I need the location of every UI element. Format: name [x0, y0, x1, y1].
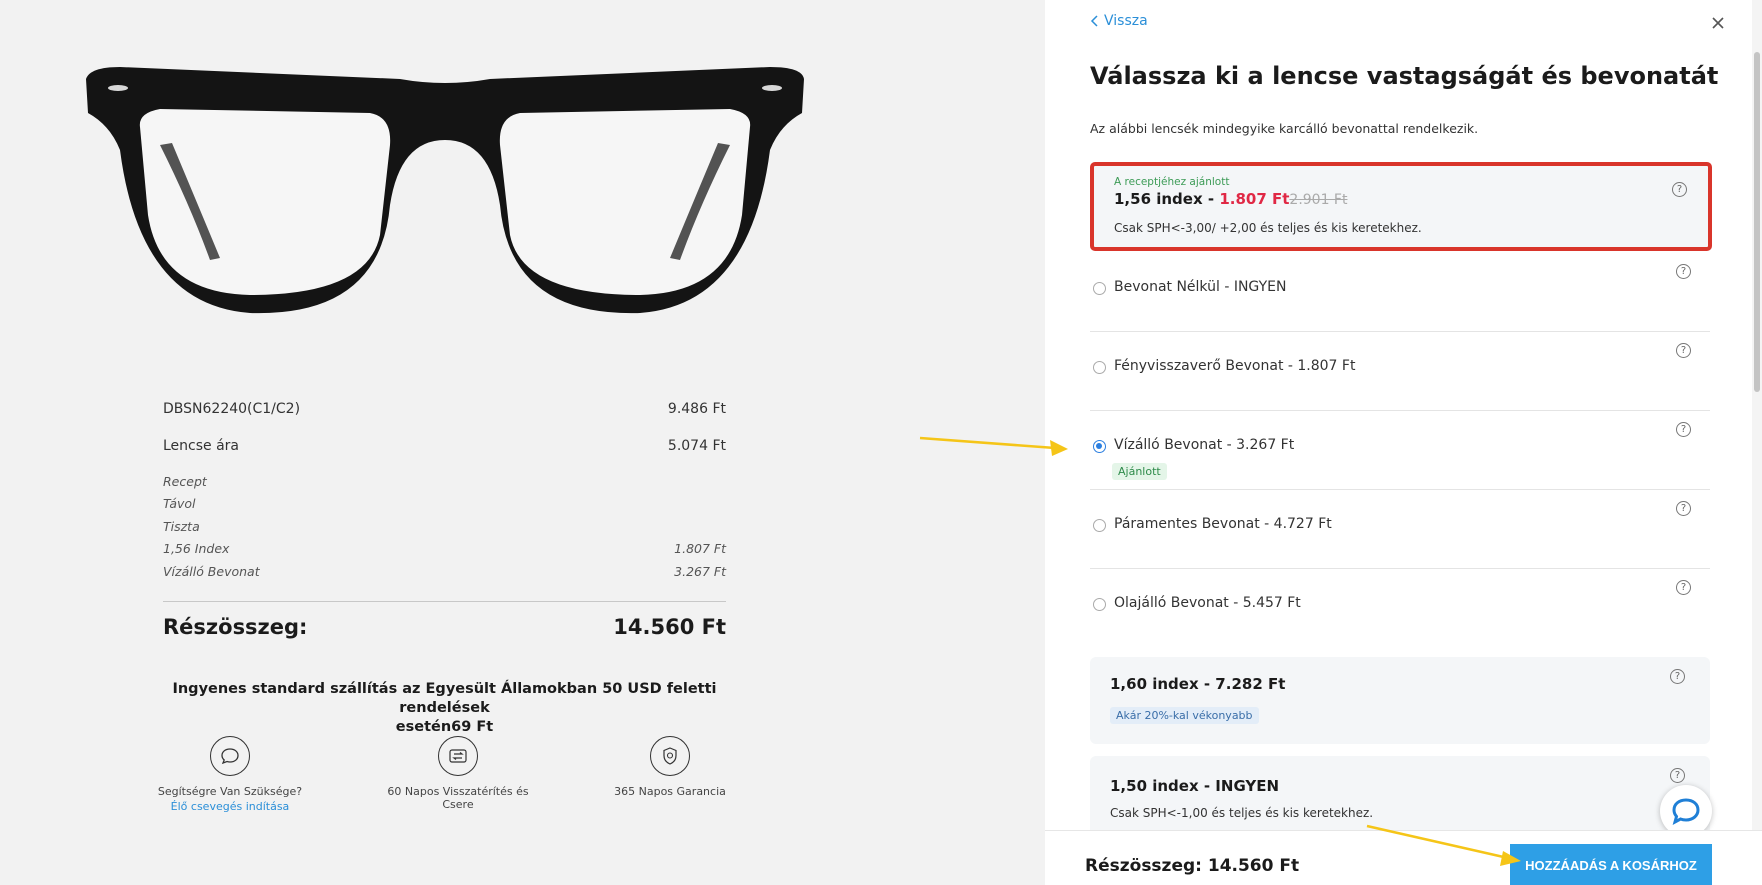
lens-price-label: Lencse ára — [163, 437, 240, 454]
radio-button-selected[interactable] — [1093, 440, 1106, 453]
selected-lens-price: 1.807 Ft — [1219, 190, 1290, 208]
product-price: 9.486 Ft — [667, 400, 726, 417]
panel-title: Válassza ki a lencse vastagságát és bevo… — [1090, 62, 1719, 90]
detail-row: Vízálló Bevonat 3.267 Ft — [163, 560, 726, 583]
lens-price-row: Lencse ára 5.074 Ft — [163, 427, 726, 464]
lens-options-panel: Vissza Válassza ki a lencse vastagságát … — [1045, 0, 1762, 885]
detail-value: 3.267 Ft — [674, 563, 726, 579]
subtotal-row: Részösszeg: 14.560 Ft — [163, 615, 726, 639]
recommended-label: A receptjéhez ajánlott — [1114, 176, 1230, 188]
back-label: Vissza — [1104, 13, 1148, 29]
selected-lens-desc: Csak SPH<-3,00/ +2,00 és teljes és kis k… — [1114, 221, 1422, 235]
detail-row: Távol — [163, 493, 726, 516]
feature-help: Segítségre Van Szüksége? Élő csevegés in… — [150, 736, 310, 813]
product-name: DBSN62240(C1/C2) — [163, 400, 301, 417]
selected-lens-name: 1,56 index - — [1114, 190, 1220, 208]
radio-button[interactable] — [1093, 361, 1106, 374]
detail-label: 1,56 Index — [163, 541, 230, 557]
coating-option[interactable]: Bevonat Nélkül - INGYEN ? — [1090, 252, 1710, 332]
shipping-line-2: esetén69 Ft — [395, 719, 494, 735]
subtotal-label: Részösszeg: — [163, 615, 308, 639]
help-icon[interactable]: ? — [1676, 580, 1691, 595]
detail-row: 1,56 Index 1.807 Ft — [163, 538, 726, 561]
coating-option-label: Bevonat Nélkül - INGYEN — [1114, 279, 1287, 295]
subtotal-value: 14.560 Ft — [613, 615, 726, 639]
help-icon[interactable]: ? — [1676, 264, 1691, 279]
lens-index-title: 1,50 index - INGYEN — [1110, 777, 1280, 795]
lens-index-desc: Csak SPH<-1,00 és teljes és kis keretekh… — [1110, 806, 1374, 820]
feature-returns-label: 60 Napos Visszatérítés és Csere — [387, 785, 529, 811]
feature-returns: 60 Napos Visszatérítés és Csere — [373, 736, 543, 811]
shipping-notice: Ingyenes standard szállítás az Egyesült … — [163, 680, 726, 737]
feature-help-label: Segítségre Van Szüksége? — [157, 785, 303, 798]
lens-price-value: 5.074 Ft — [667, 437, 726, 454]
exchange-icon — [438, 736, 478, 776]
chat-bubble-icon — [210, 736, 250, 776]
eyeglasses-image — [86, 67, 804, 314]
panel-footer: Részösszeg: 14.560 Ft HOZZÁADÁS A KOSÁRH… — [1045, 830, 1762, 885]
selected-lens-title: 1,56 index - 1.807 Ft2.901 Ft — [1114, 190, 1347, 208]
selected-lens-card[interactable]: A receptjéhez ajánlott 1,56 index - 1.80… — [1090, 162, 1712, 251]
radio-button[interactable] — [1093, 598, 1106, 611]
add-to-cart-button[interactable]: HOZZÁADÁS A KOSÁRHOZ — [1510, 844, 1712, 885]
help-icon[interactable]: ? — [1672, 182, 1687, 197]
thinner-badge: Akár 20%-kal vékonyabb — [1110, 707, 1259, 724]
footer-subtotal: Részösszeg: 14.560 Ft — [1085, 856, 1300, 876]
scrollbar-thumb[interactable] — [1754, 52, 1760, 392]
lens-index-title: 1,60 index - 7.282 Ft — [1110, 675, 1286, 693]
shipping-line-1: Ingyenes standard szállítás az Egyesült … — [172, 681, 717, 716]
help-icon[interactable]: ? — [1676, 343, 1691, 358]
product-summary-pane: DBSN62240(C1/C2) 9.486 Ft Lencse ára 5.0… — [0, 0, 1045, 885]
chat-icon — [1672, 798, 1700, 825]
summary-divider — [163, 600, 726, 602]
help-icon[interactable]: ? — [1676, 501, 1691, 516]
coating-option-label: Vízálló Bevonat - 3.267 Ft — [1114, 437, 1295, 453]
live-chat-link[interactable]: Élő csevegés indítása — [150, 800, 310, 813]
coating-option[interactable]: Páramentes Bevonat - 4.727 Ft ? — [1090, 489, 1710, 569]
coating-option-label: Olajálló Bevonat - 5.457 Ft — [1114, 595, 1301, 611]
feature-warranty: 365 Napos Garancia — [605, 736, 735, 798]
panel-subtitle: Az alábbi lencsék mindegyike karcálló be… — [1090, 121, 1479, 136]
lens-index-card[interactable]: 1,60 index - 7.282 Ft Akár 20%-kal vékon… — [1090, 657, 1710, 744]
detail-label: Vízálló Bevonat — [163, 563, 260, 579]
radio-button[interactable] — [1093, 282, 1106, 295]
selected-lens-old-price: 2.901 Ft — [1289, 192, 1348, 208]
help-icon[interactable]: ? — [1670, 669, 1685, 684]
feature-warranty-label: 365 Napos Garancia — [614, 785, 726, 798]
back-link[interactable]: Vissza — [1090, 13, 1148, 29]
detail-label: Tiszta — [163, 518, 200, 534]
coating-option-selected[interactable]: Vízálló Bevonat - 3.267 Ft Ajánlott ? — [1090, 410, 1710, 490]
coating-option[interactable]: Olajálló Bevonat - 5.457 Ft ? — [1090, 568, 1710, 647]
price-summary: DBSN62240(C1/C2) 9.486 Ft Lencse ára 5.0… — [163, 390, 726, 602]
close-icon[interactable] — [1705, 10, 1731, 36]
detail-row: Recept — [163, 470, 726, 493]
help-icon[interactable]: ? — [1676, 422, 1691, 437]
chevron-left-icon — [1090, 15, 1098, 27]
detail-label: Recept — [163, 473, 207, 489]
coating-option-label: Fényvisszaverő Bevonat - 1.807 Ft — [1114, 358, 1356, 374]
coating-option[interactable]: Fényvisszaverő Bevonat - 1.807 Ft ? — [1090, 331, 1710, 411]
shield-icon — [650, 736, 690, 776]
radio-button[interactable] — [1093, 519, 1106, 532]
product-row: DBSN62240(C1/C2) 9.486 Ft — [163, 390, 726, 427]
detail-row: Tiszta — [163, 515, 726, 538]
help-icon[interactable]: ? — [1670, 768, 1685, 783]
recommended-badge: Ajánlott — [1112, 463, 1167, 480]
detail-label: Távol — [163, 496, 196, 512]
coating-option-label: Páramentes Bevonat - 4.727 Ft — [1114, 516, 1332, 532]
detail-value: 1.807 Ft — [674, 541, 726, 557]
